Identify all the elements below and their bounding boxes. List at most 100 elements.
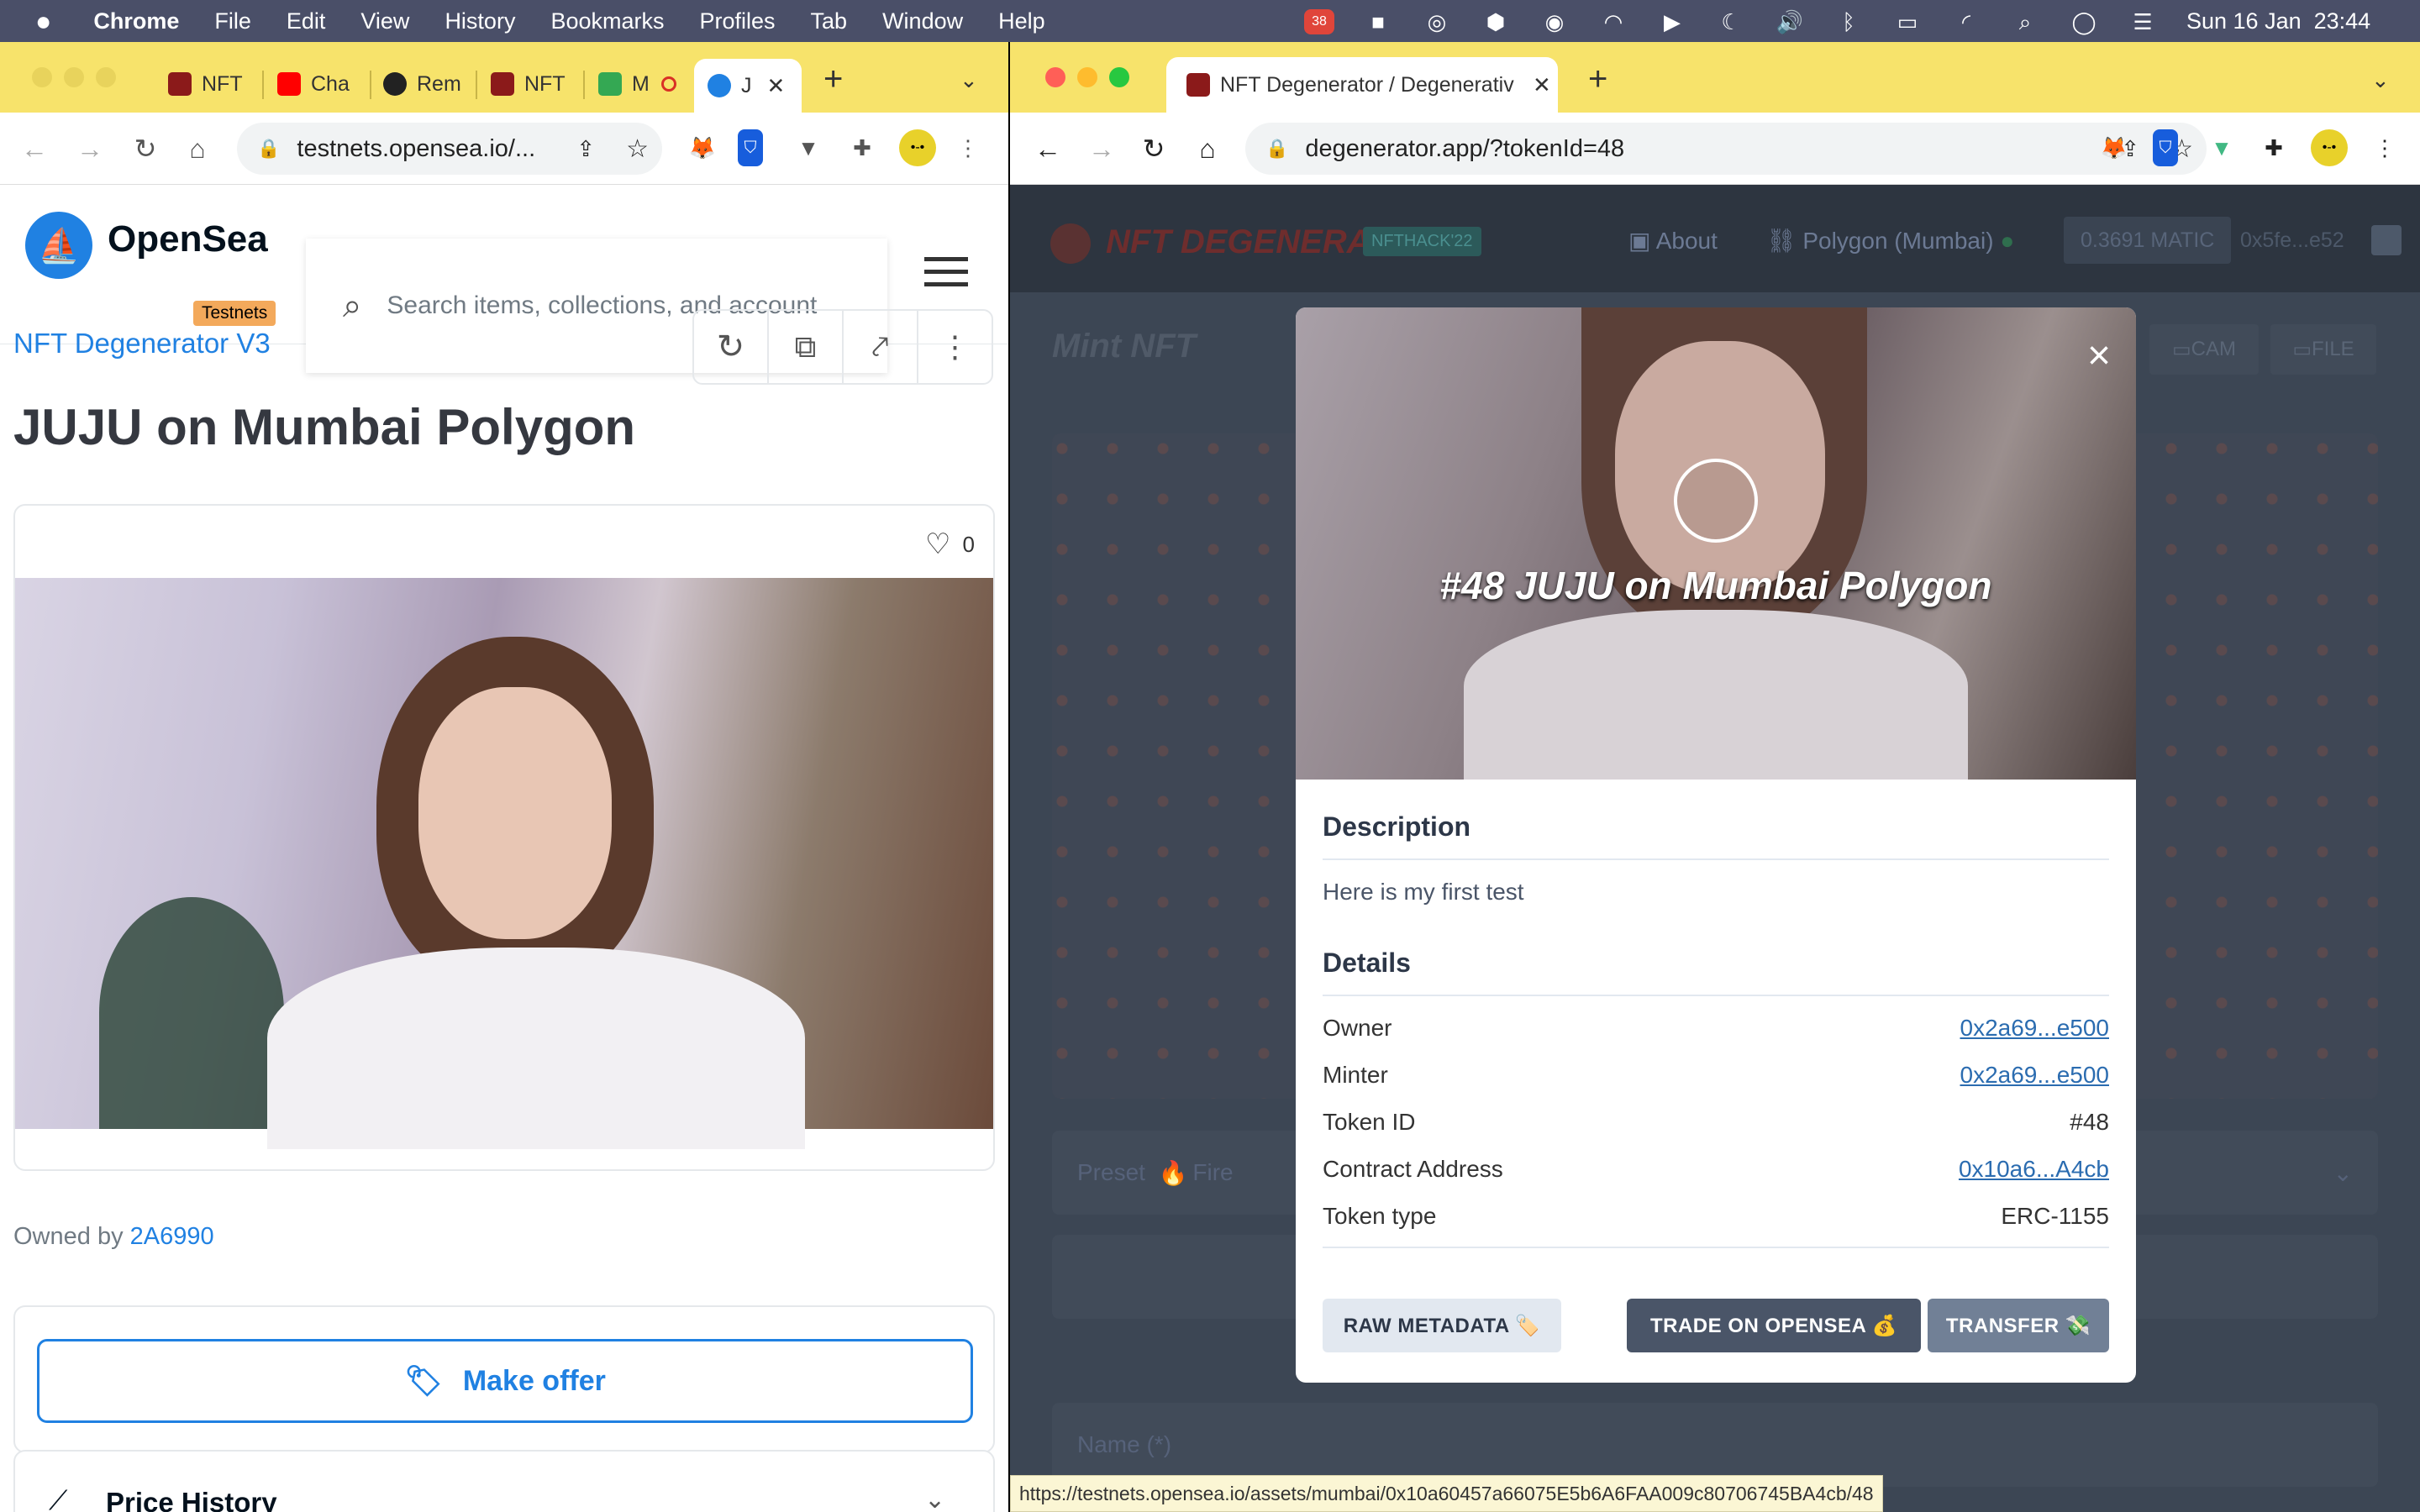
home-icon[interactable]: ⌂ (176, 128, 218, 170)
extensions-puzzle-icon[interactable]: ✚ (844, 129, 881, 166)
name-input[interactable]: Name (*) (1052, 1403, 2378, 1487)
tab-nft-1[interactable]: NFT (168, 62, 243, 106)
window-zoom-button[interactable] (96, 67, 116, 87)
gauge-icon[interactable]: ◠ (1598, 9, 1628, 34)
file-button[interactable]: ▭ FILE (2270, 324, 2376, 375)
more-options-icon[interactable]: ⋮ (918, 311, 992, 383)
tab-close-icon[interactable]: ✕ (1533, 72, 1551, 98)
reload-icon[interactable]: ↻ (124, 128, 166, 170)
refresh-icon[interactable]: ↻ (694, 311, 769, 383)
profile-avatar-icon[interactable]: •-• (899, 129, 936, 166)
tab-close-icon[interactable]: ✕ (767, 73, 786, 99)
menubar-clock[interactable]: Sun 16 Jan 23:44 (2186, 8, 2370, 34)
hackathon-badge: NFTHACK'22 (1363, 227, 1481, 256)
moon-icon[interactable]: ☾ (1716, 9, 1746, 34)
degenerator-logo-icon[interactable] (1050, 223, 1091, 264)
new-tab-icon[interactable]: + (1588, 60, 1607, 98)
window-close-button[interactable] (1045, 67, 1065, 87)
address-bar[interactable]: 🔒 degenerator.app/?tokenId=48 ⇪ ☆ (1245, 123, 2207, 175)
contract-address-link[interactable]: 0x10a6...A4cb (1959, 1156, 2109, 1183)
glasses-icon[interactable]: ◉ (1539, 9, 1570, 34)
price-history-panel[interactable]: ⟋ Price History ⌄ (13, 1450, 995, 1512)
window-minimize-button[interactable] (1077, 67, 1097, 87)
creative-cloud-icon[interactable]: ◎ (1422, 9, 1452, 34)
opensea-wordmark[interactable]: OpenSea (108, 218, 268, 260)
opensea-logo-icon[interactable]: ⛵ (25, 212, 92, 279)
tab-search-chevron-icon[interactable]: ⌄ (2371, 67, 2390, 93)
vue-devtools-icon[interactable]: ▼ (790, 129, 827, 166)
minter-address-link[interactable]: 0x2a69...e500 (1960, 1062, 2110, 1089)
window-minimize-button[interactable] (64, 67, 84, 87)
make-offer-button[interactable]: 🏷 Make offer (37, 1339, 973, 1423)
tab-meet[interactable]: M (598, 62, 676, 106)
favorite-button[interactable]: ♡ 0 (925, 528, 975, 561)
menu-edit[interactable]: Edit (287, 8, 326, 34)
chrome-menu-icon[interactable]: ⋮ (950, 129, 986, 166)
item-title: JUJU on Mumbai Polygon (13, 399, 636, 455)
chrome-menu-icon[interactable]: ⋮ (2366, 129, 2403, 166)
menu-bookmarks[interactable]: Bookmarks (550, 8, 664, 34)
tab-opensea-active[interactable]: J ✕ (694, 59, 802, 113)
tab-youtube[interactable]: Cha (277, 62, 350, 106)
play-icon[interactable]: ▶ (1657, 9, 1687, 34)
apple-menu-icon[interactable]: ● (35, 6, 51, 37)
battery-icon[interactable]: ▭ (1892, 9, 1923, 34)
shield-icon[interactable]: ⬢ (1481, 9, 1511, 34)
control-center-icon[interactable]: ☰ (2128, 9, 2158, 34)
vue-devtools-icon[interactable]: ▼ (2203, 129, 2240, 166)
window-close-button[interactable] (32, 67, 52, 87)
tab-degenerator-active[interactable]: NFT Degenerator / Degenerativ ✕ (1166, 57, 1558, 113)
wifi-icon[interactable]: ◜ (1951, 9, 1981, 34)
new-tab-icon[interactable]: + (823, 60, 843, 98)
bookmark-star-icon[interactable]: ☆ (626, 134, 649, 164)
owner-address-link[interactable]: 0x2a69...e500 (1960, 1015, 2110, 1042)
tab-search-chevron-icon[interactable]: ⌄ (960, 67, 978, 93)
reload-icon[interactable]: ↻ (1133, 128, 1175, 170)
wallet-address[interactable]: 0x5fe...e52 (2240, 228, 2344, 253)
trade-on-opensea-button[interactable]: TRADE ON OPENSEA 💰 (1627, 1299, 1921, 1352)
menu-tab[interactable]: Tab (811, 8, 848, 34)
back-icon[interactable]: ← (1027, 128, 1069, 170)
metamask-icon[interactable]: 🦊 (684, 129, 721, 166)
network-selector[interactable]: ⛓ Polygon (Mumbai) ● (1766, 227, 2014, 255)
back-icon[interactable]: ← (13, 128, 55, 170)
extensions-puzzle-icon[interactable]: ✚ (2255, 129, 2292, 166)
notification-badge-icon[interactable]: 38 (1304, 8, 1334, 34)
menu-file[interactable]: File (214, 8, 251, 34)
window-zoom-button[interactable] (1109, 67, 1129, 87)
metamask-icon[interactable]: 🦊 (2096, 129, 2133, 166)
wallet-avatar-icon[interactable] (2371, 225, 2402, 255)
hamburger-menu-icon[interactable] (924, 257, 968, 291)
menu-window[interactable]: Window (882, 8, 963, 34)
share-icon[interactable]: ⇪ (576, 136, 595, 162)
menu-history[interactable]: History (445, 8, 515, 34)
zoom-icon[interactable]: ■ (1363, 9, 1393, 34)
modal-close-icon[interactable]: × (2087, 333, 2111, 379)
menu-view[interactable]: View (360, 8, 409, 34)
forward-icon[interactable]: → (1081, 128, 1123, 170)
user-icon[interactable]: ◯ (2069, 9, 2099, 34)
url-text: testnets.opensea.io/... (297, 134, 536, 162)
share-icon[interactable]: ⤤ (844, 311, 918, 383)
tab-nft-2[interactable]: NFT (491, 62, 566, 106)
about-link[interactable]: ▣ About (1628, 227, 1718, 255)
owner-link[interactable]: 2A6990 (130, 1223, 214, 1250)
bitwarden-icon[interactable]: ⛉ (2153, 129, 2178, 166)
tab-rem[interactable]: Rem (383, 62, 461, 106)
menu-app-name[interactable]: Chrome (93, 8, 179, 34)
profile-avatar-icon[interactable]: •-• (2311, 129, 2348, 166)
menu-profiles[interactable]: Profiles (700, 8, 776, 34)
menu-help[interactable]: Help (998, 8, 1045, 34)
cam-button[interactable]: ▭ CAM (2149, 324, 2259, 375)
collection-link[interactable]: NFT Degenerator V3 (13, 328, 271, 360)
spotlight-search-icon[interactable]: ⌕ (2010, 9, 2040, 34)
bitwarden-icon[interactable]: ⛉ (738, 129, 763, 166)
address-bar[interactable]: 🔒 testnets.opensea.io/... ⇪ ☆ (237, 123, 662, 175)
open-external-icon[interactable]: ⧉ (769, 311, 844, 383)
raw-metadata-button[interactable]: RAW METADATA 🏷️ (1323, 1299, 1561, 1352)
volume-icon[interactable]: 🔊 (1775, 9, 1805, 34)
bluetooth-icon[interactable]: ᛒ (1833, 9, 1864, 34)
forward-icon[interactable]: → (69, 128, 111, 170)
home-icon[interactable]: ⌂ (1186, 128, 1228, 170)
transfer-button[interactable]: TRANSFER 💸 (1928, 1299, 2109, 1352)
